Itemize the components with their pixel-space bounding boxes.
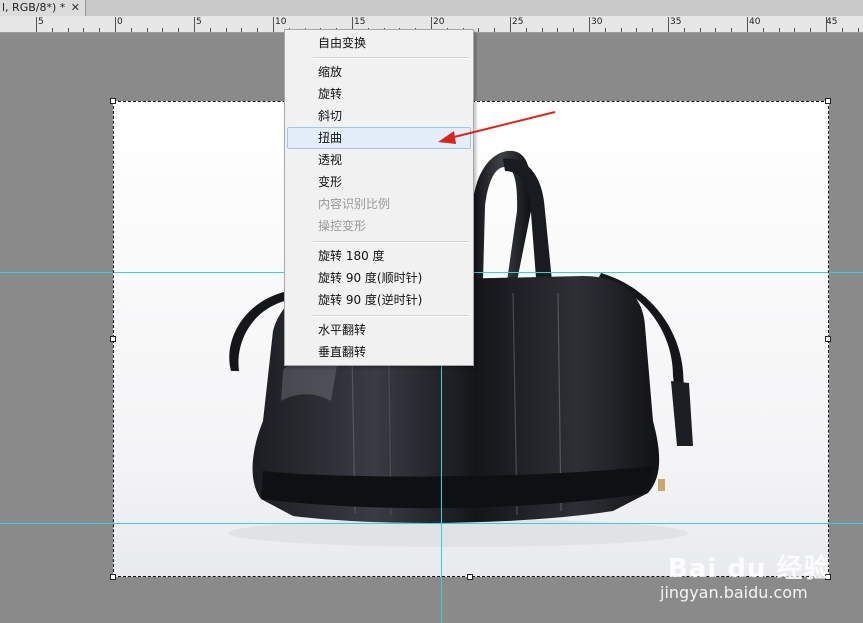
ruler-tick <box>604 28 606 32</box>
menu-separator <box>313 57 469 59</box>
ruler-tick <box>731 28 733 32</box>
transform-handle-right[interactable] <box>825 336 831 342</box>
ruler-tick <box>778 28 780 32</box>
ruler-tick <box>178 28 180 32</box>
transform-handle-bottom-left[interactable] <box>110 574 116 580</box>
ruler-tick <box>683 28 685 32</box>
transform-context-menu: 自由变换 缩放 旋转 斜切 扭曲 透视 变形 内容识别比例 操控变形 旋转 18… <box>284 29 474 366</box>
ruler-tick <box>715 28 717 32</box>
ruler-tick <box>510 17 511 32</box>
ruler-tick <box>668 17 669 32</box>
ruler-label: 15 <box>354 17 366 27</box>
ruler-tick <box>478 28 480 32</box>
ruler-tick <box>99 28 101 32</box>
menu-item-scale[interactable]: 缩放 <box>287 61 471 83</box>
ruler-label: 45 <box>826 17 838 27</box>
menu-item-rotate[interactable]: 旋转 <box>287 83 471 105</box>
menu-item-rotate-90-cw[interactable]: 旋转 90 度(顺时针) <box>287 267 471 289</box>
ruler-tick <box>257 28 259 32</box>
transform-handle-left[interactable] <box>110 336 116 342</box>
document-tab-title: l, RGB/8*) * <box>2 1 66 14</box>
ruler-label: 0 <box>117 17 123 27</box>
ruler-tick <box>841 28 843 32</box>
ruler-tick <box>794 28 796 32</box>
ruler-tick <box>589 17 590 32</box>
ruler-tick <box>494 28 496 32</box>
ruler-tick <box>83 28 85 32</box>
menu-item-puppet-warp: 操控变形 <box>318 219 367 233</box>
ruler-label: 25 <box>512 17 524 27</box>
ruler-tick <box>51 28 53 32</box>
ruler-label: 5 <box>196 17 202 27</box>
ruler-label: 20 <box>433 17 445 27</box>
menu-item-flip-vertical[interactable]: 垂直翻转 <box>287 341 471 363</box>
ruler-label: 30 <box>591 17 603 27</box>
ruler-tick <box>636 28 638 32</box>
ruler-tick <box>146 28 148 32</box>
annotation-arrow-icon <box>438 111 556 144</box>
ruler-tick <box>541 28 543 32</box>
ruler-tick <box>810 28 812 32</box>
ruler-tick <box>857 28 859 32</box>
menu-separator <box>313 315 469 317</box>
ruler-tick <box>273 17 274 32</box>
transform-handle-top-right[interactable] <box>825 98 831 104</box>
menu-item-perspective[interactable]: 透视 <box>287 149 471 171</box>
ruler-tick <box>241 28 243 32</box>
menu-separator <box>313 241 469 243</box>
ruler-tick <box>747 17 748 32</box>
menu-item-rotate-90-ccw[interactable]: 旋转 90 度(逆时针) <box>287 289 471 311</box>
menu-item-warp[interactable]: 变形 <box>287 171 471 193</box>
ruler-tick <box>209 28 211 32</box>
ruler-label: 5 <box>38 17 44 27</box>
ruler-tick <box>194 17 195 32</box>
document-tab-bar: l, RGB/8*) * ✕ <box>0 0 863 17</box>
menu-item-rotate-180[interactable]: 旋转 180 度 <box>287 245 471 267</box>
guide-horizontal[interactable] <box>0 523 863 524</box>
menu-item-flip-horizontal[interactable]: 水平翻转 <box>287 319 471 341</box>
watermark-logo: Bai du 经验 <box>668 554 831 584</box>
ruler-tick <box>573 28 575 32</box>
transform-handle-top-left[interactable] <box>110 98 116 104</box>
ruler-tick <box>557 28 559 32</box>
document-tab[interactable]: l, RGB/8*) * ✕ <box>0 0 86 16</box>
ruler-tick <box>225 28 227 32</box>
ruler-tick <box>699 28 701 32</box>
ruler-tick <box>67 28 69 32</box>
ruler-tick <box>525 28 527 32</box>
ruler-tick <box>130 28 132 32</box>
close-icon[interactable]: ✕ <box>71 0 80 16</box>
ruler-tick <box>762 28 764 32</box>
ruler-tick <box>115 17 116 32</box>
menu-item-content-aware-scale: 内容识别比例 <box>318 197 391 211</box>
ruler-tick <box>620 28 622 32</box>
ruler-label: 10 <box>275 17 287 27</box>
ruler-tick <box>162 28 164 32</box>
ruler-label: 35 <box>670 17 682 27</box>
ruler-tick <box>36 17 37 32</box>
watermark-url: jingyan.baidu.com <box>660 583 808 602</box>
transform-handle-bottom[interactable] <box>467 574 473 580</box>
ruler-label: 40 <box>749 17 761 27</box>
menu-item-free-transform[interactable]: 自由变换 <box>287 32 471 54</box>
ruler-tick <box>652 28 654 32</box>
